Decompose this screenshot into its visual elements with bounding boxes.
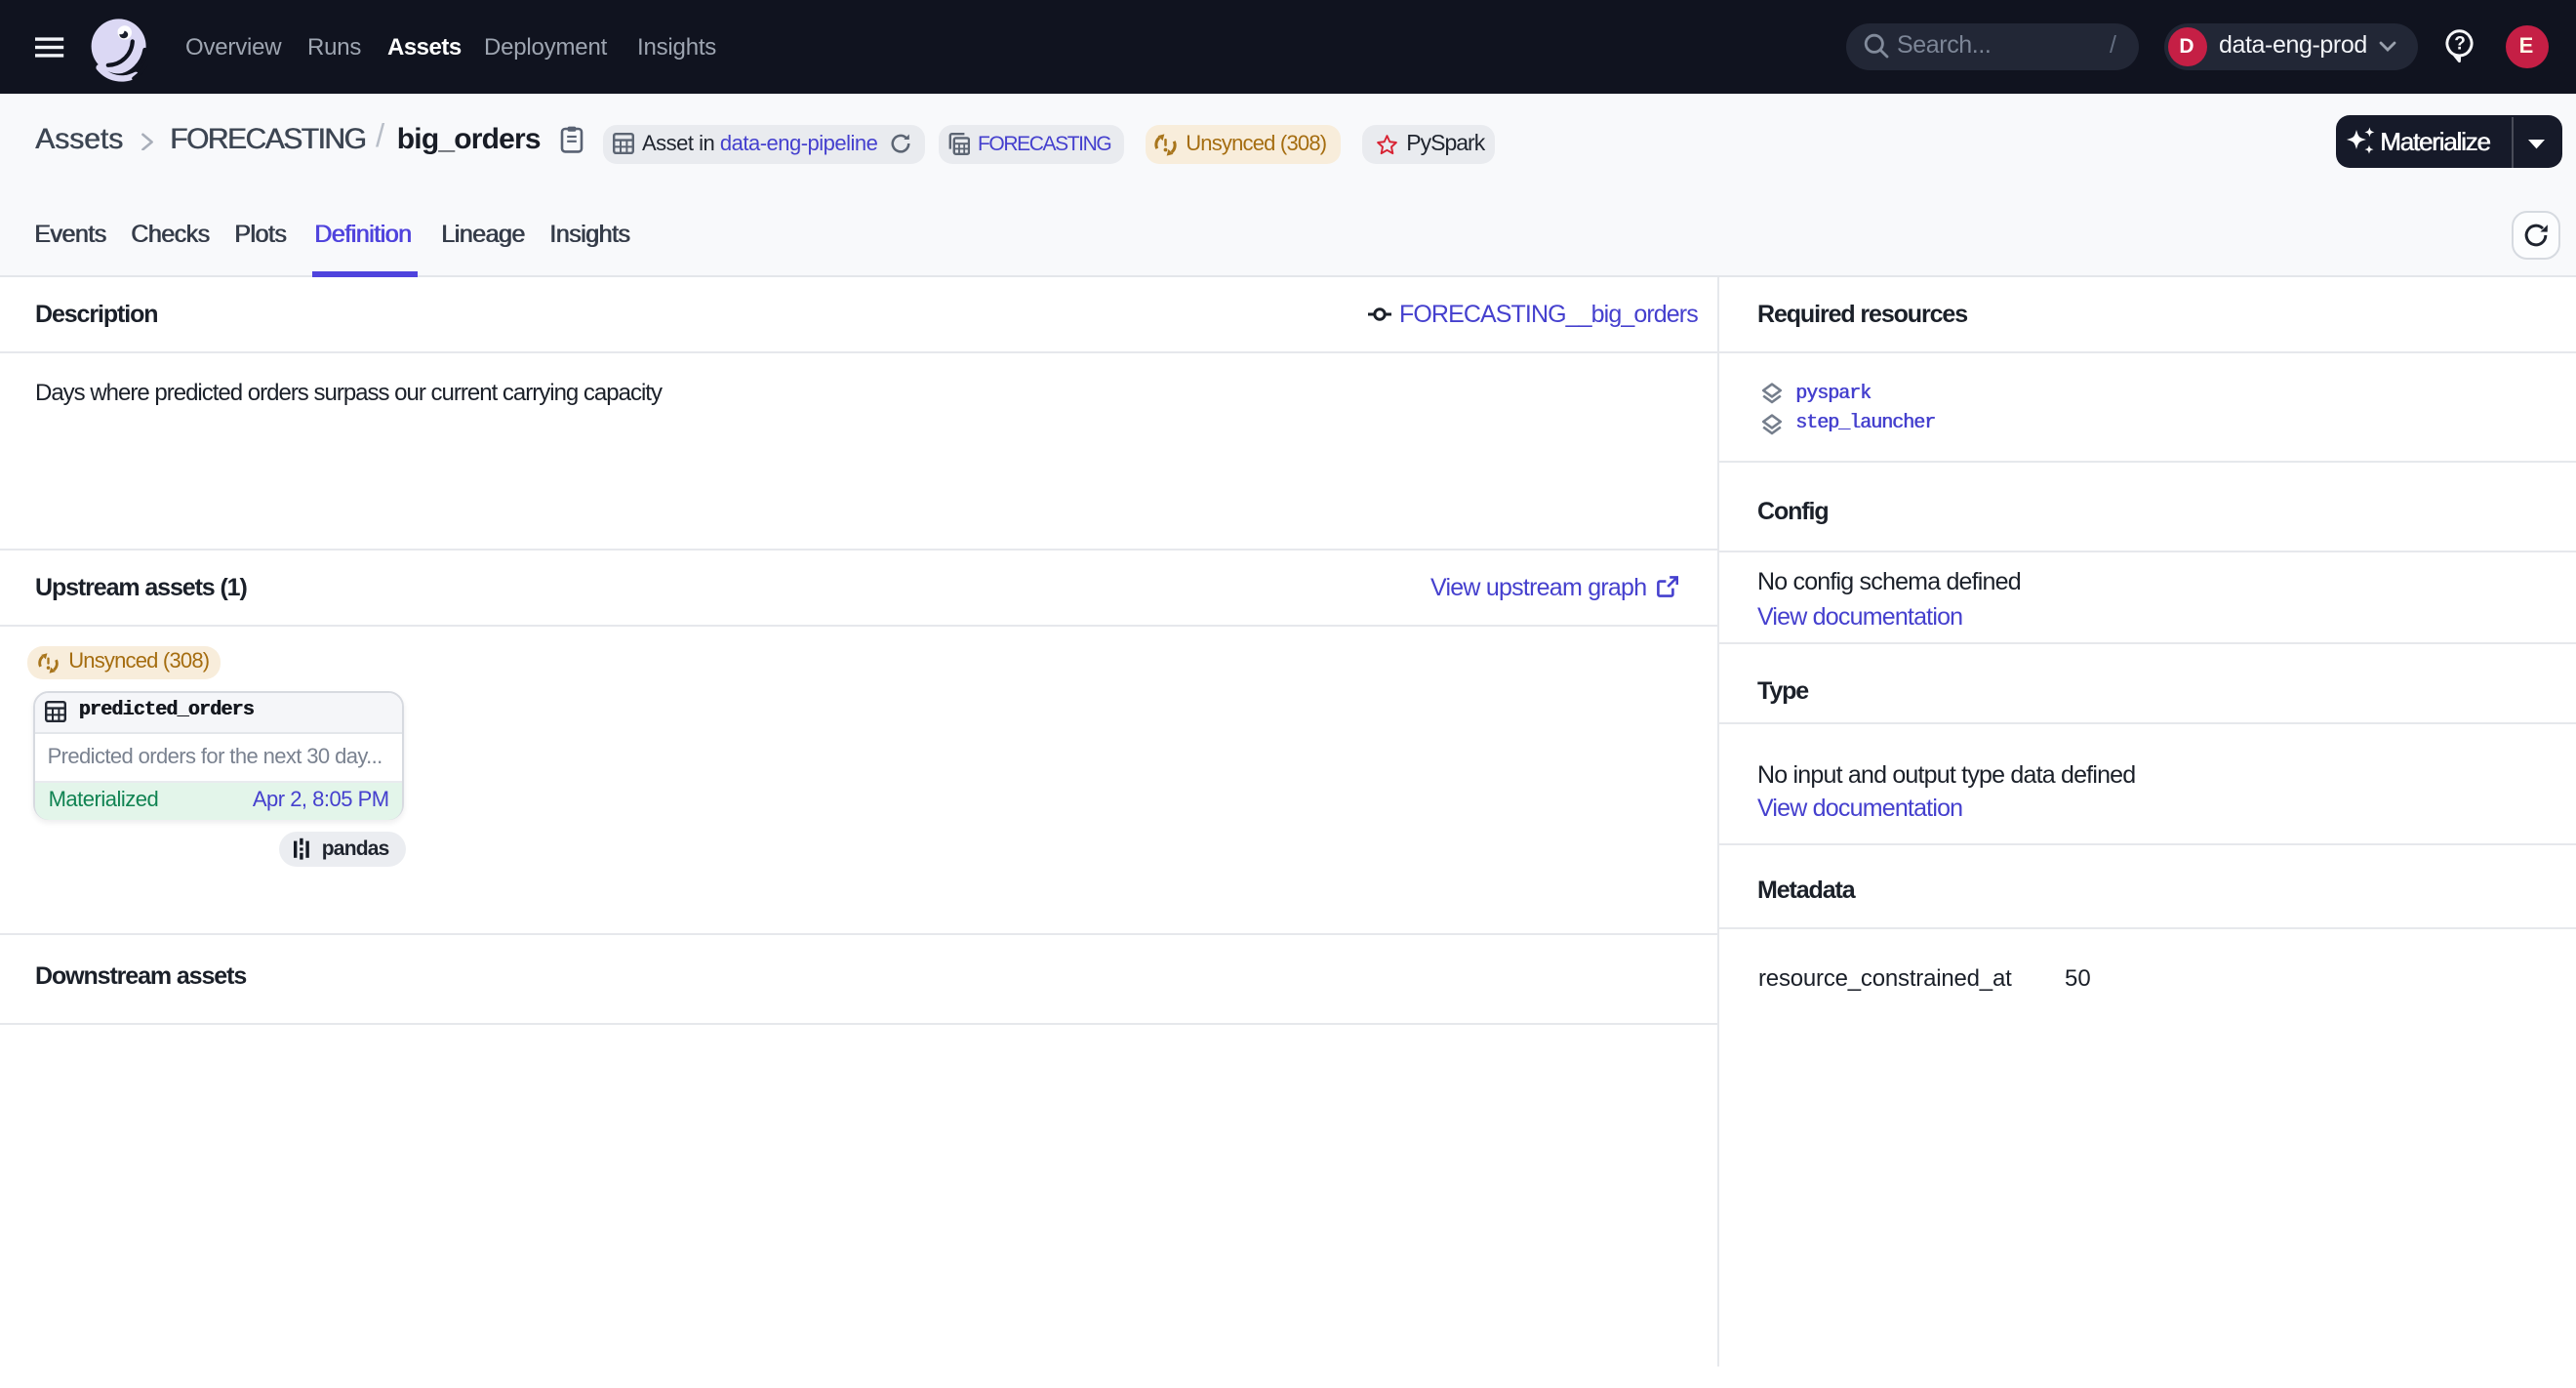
svg-text:?: ? [2454,34,2466,55]
